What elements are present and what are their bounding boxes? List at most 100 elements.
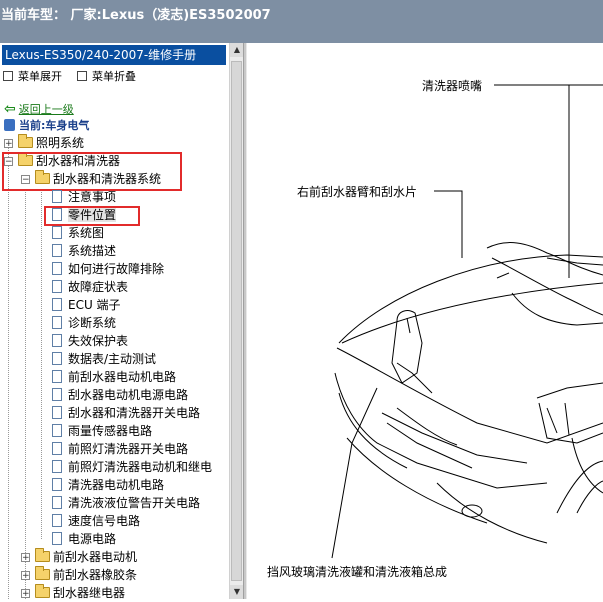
document-icon xyxy=(52,478,62,491)
current-location-label: 当前:车身电气 xyxy=(19,119,90,132)
tree-leaf-label: 清洗器电动机电路 xyxy=(68,478,165,492)
highlight-box-folders xyxy=(2,152,182,191)
tree-leaf-label: 失效保护表 xyxy=(68,334,129,348)
tree-leaf[interactable]: 前照灯清洗器电动机和继电 xyxy=(52,458,212,476)
tree-leaf-label: 前照灯清洗器开关电路 xyxy=(68,442,189,456)
tree-guide-line xyxy=(25,189,26,599)
collapse-icon xyxy=(77,71,87,81)
tree-folder-label: 照明系统 xyxy=(36,136,85,150)
document-icon xyxy=(52,406,62,419)
document-icon xyxy=(52,334,62,347)
tree-guide-line xyxy=(41,189,42,539)
tree-leaf[interactable]: 电源电路 xyxy=(52,530,116,548)
tree-folder-label: 前刮水器电动机 xyxy=(53,550,138,564)
tree-leaf[interactable]: 注意事项 xyxy=(52,188,116,206)
document-icon xyxy=(52,442,62,455)
document-icon xyxy=(52,388,62,401)
document-icon xyxy=(52,424,62,437)
tree-folder-front-wiper-motor[interactable]: 前刮水器电动机 xyxy=(35,548,137,566)
tree-leaf-label: ECU 端子 xyxy=(68,298,121,312)
sidebar-scrollbar[interactable]: ▲ ▼ xyxy=(229,43,244,599)
tree-leaf[interactable]: 数据表/主动测试 xyxy=(52,350,156,368)
expand-toggle-wiper-relay[interactable]: + xyxy=(21,589,30,599)
document-icon xyxy=(52,244,62,257)
sidebar-header: Lexus-ES350/240-2007-维修手册 xyxy=(2,45,226,65)
tree-leaf[interactable]: 如何进行故障排除 xyxy=(52,260,164,278)
tree-leaf-label: 数据表/主动测试 xyxy=(68,352,157,366)
tree-leaf[interactable]: 系统描述 xyxy=(52,242,116,260)
expand-menu-button[interactable]: 菜单展开 xyxy=(3,68,62,84)
tree-leaf[interactable]: 速度信号电路 xyxy=(52,512,140,530)
car-diagram xyxy=(331,84,603,559)
current-location: 当前:车身电气 xyxy=(4,117,89,135)
document-icon xyxy=(52,190,62,203)
folder-icon xyxy=(18,134,33,148)
tree-leaf-label: 诊断系统 xyxy=(68,316,117,330)
tree-leaf-label: 前照灯清洗器电动机和继电 xyxy=(68,460,213,474)
tree-leaf[interactable]: 失效保护表 xyxy=(52,332,128,350)
tree-leaf[interactable]: 刮水器和清洗器开关电路 xyxy=(52,404,200,422)
tree-leaf[interactable]: 系统图 xyxy=(52,224,104,242)
tree-leaf[interactable]: ECU 端子 xyxy=(52,296,121,314)
car-icon xyxy=(4,119,15,131)
expand-icon xyxy=(3,71,13,81)
tree-leaf[interactable]: 清洗液液位警告开关电路 xyxy=(52,494,200,512)
tree-leaf-label: 故障症状表 xyxy=(68,280,129,294)
title-bar: 当前车型： 厂家:Lexus（凌志)ES3502007 xyxy=(0,0,603,43)
content-panel: 清洗器喷嘴 右前刮水器臂和刮水片 挡风玻璃清洗液罐和清洗液箱总成 xyxy=(247,43,603,599)
tree-leaf-label: 系统图 xyxy=(68,226,105,240)
tree-leaf-label: 雨量传感器电路 xyxy=(68,424,153,438)
collapse-menu-label: 菜单折叠 xyxy=(92,70,136,83)
tree-folder-label: 前刮水器橡胶条 xyxy=(53,568,138,582)
tree-folder-wiper-relay[interactable]: 刮水器继电器 xyxy=(35,584,125,602)
tree-folder-lighting[interactable]: 照明系统 xyxy=(18,134,84,152)
tree-leaf[interactable]: 雨量传感器电路 xyxy=(52,422,152,440)
expand-toggle-lighting[interactable]: + xyxy=(4,139,13,149)
tree-leaf[interactable]: 清洗器电动机电路 xyxy=(52,476,164,494)
document-icon xyxy=(52,460,62,473)
tree-guide-line xyxy=(8,143,9,599)
scroll-up-icon[interactable]: ▲ xyxy=(230,43,244,57)
tree-leaf[interactable]: 刮水器电动机电源电路 xyxy=(52,386,188,404)
scroll-down-icon[interactable]: ▼ xyxy=(230,585,244,599)
back-arrow-icon: ⇦ xyxy=(4,101,16,117)
tree-leaf-label: 如何进行故障排除 xyxy=(68,262,165,276)
tree-leaf-label: 清洗液液位警告开关电路 xyxy=(68,496,201,510)
folder-icon xyxy=(35,566,50,580)
tree-leaf-label: 速度信号电路 xyxy=(68,514,141,528)
document-icon xyxy=(52,496,62,509)
expand-toggle-front-wiper-rubber[interactable]: + xyxy=(21,571,30,581)
window-title: 当前车型： 厂家:Lexus（凌志)ES3502007 xyxy=(1,8,271,23)
tree-leaf[interactable]: 前刮水器电动机电路 xyxy=(52,368,176,386)
tree-leaf[interactable]: 故障症状表 xyxy=(52,278,128,296)
document-icon xyxy=(52,352,62,365)
tree-leaf-label: 刮水器和清洗器开关电路 xyxy=(68,406,201,420)
document-icon xyxy=(52,280,62,293)
tree-leaf-label: 刮水器电动机电源电路 xyxy=(68,388,189,402)
scrollbar-thumb[interactable] xyxy=(231,61,242,581)
expand-toggle-front-wiper-motor[interactable]: + xyxy=(21,553,30,563)
tree-leaf-label: 电源电路 xyxy=(68,532,117,546)
tree-leaf[interactable]: 前照灯清洗器开关电路 xyxy=(52,440,188,458)
tree-folder-front-wiper-rubber[interactable]: 前刮水器橡胶条 xyxy=(35,566,137,584)
document-icon xyxy=(52,226,62,239)
tree-leaf-label: 系统描述 xyxy=(68,244,117,258)
highlight-box-selected xyxy=(44,206,140,226)
expand-menu-label: 菜单展开 xyxy=(18,70,62,83)
document-icon xyxy=(52,298,62,311)
back-link[interactable]: ⇦ 返回上一级 xyxy=(4,100,74,118)
sidebar: Lexus-ES350/240-2007-维修手册 菜单展开 菜单折叠 ⇦ 返回上… xyxy=(0,43,245,602)
folder-icon xyxy=(35,548,50,562)
back-link-label: 返回上一级 xyxy=(18,103,74,116)
document-icon xyxy=(52,514,62,527)
collapse-menu-button[interactable]: 菜单折叠 xyxy=(77,68,136,84)
tree-folder-label: 刮水器继电器 xyxy=(53,586,126,600)
tree-leaf-label: 注意事项 xyxy=(68,190,117,204)
document-icon xyxy=(52,532,62,545)
document-icon xyxy=(52,370,62,383)
tree-leaf-label: 前刮水器电动机电路 xyxy=(68,370,177,384)
folder-icon xyxy=(35,584,50,598)
document-icon xyxy=(52,316,62,329)
tree-leaf[interactable]: 诊断系统 xyxy=(52,314,116,332)
document-icon xyxy=(52,262,62,275)
